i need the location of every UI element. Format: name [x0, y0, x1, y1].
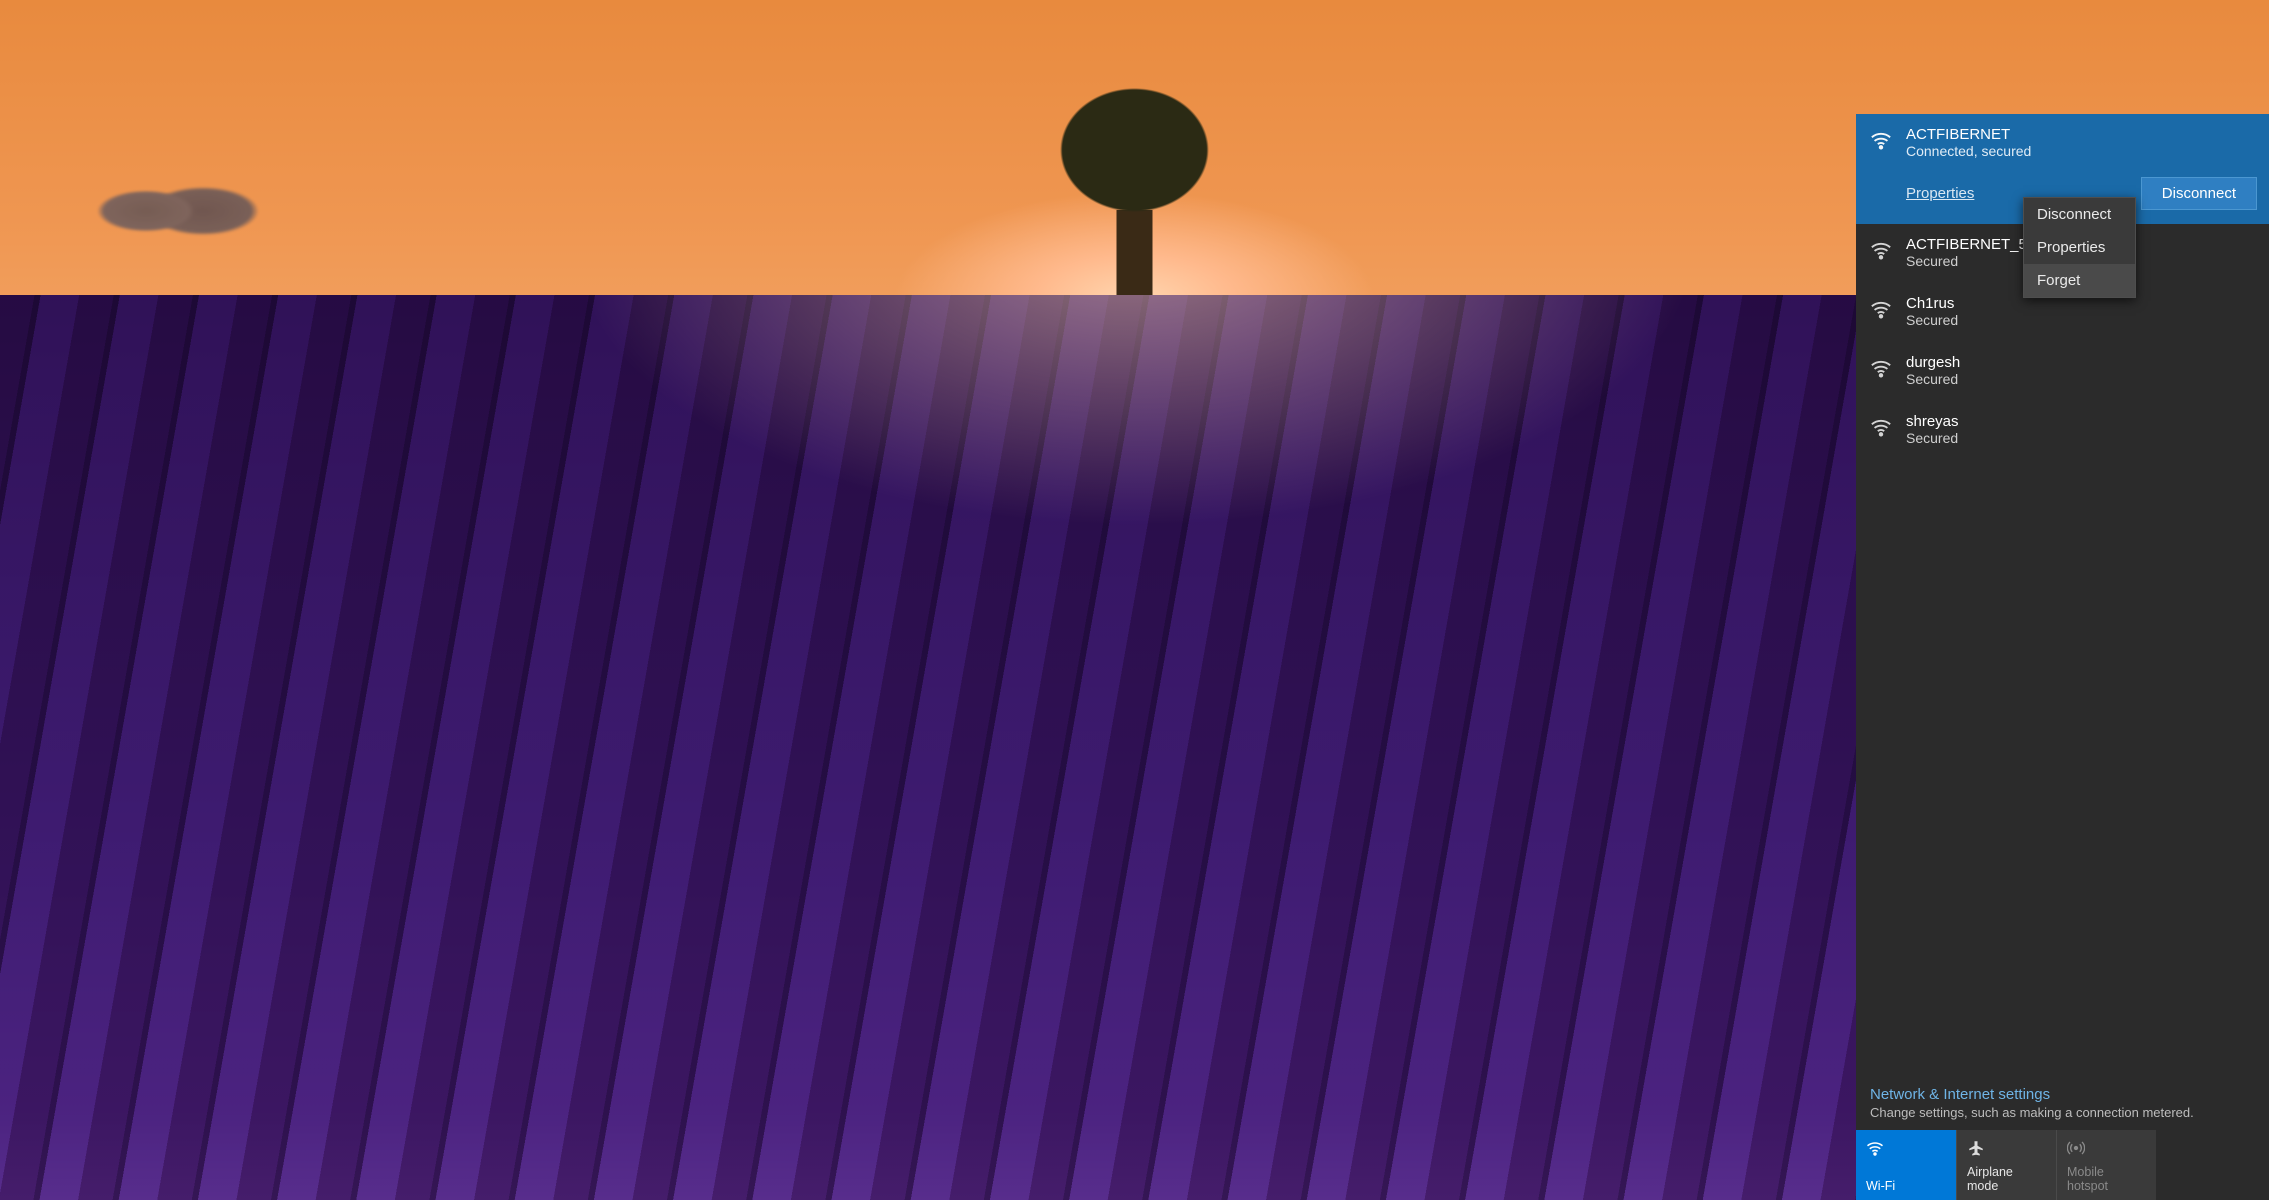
tile-mobile-hotspot[interactable]: Mobile hotspot [2056, 1130, 2156, 1200]
network-context-menu: Disconnect Properties Forget [2023, 197, 2136, 298]
wifi-icon [1870, 416, 1892, 438]
properties-link[interactable]: Properties [1906, 185, 1974, 202]
network-ssid: Ch1rus [1906, 295, 1958, 312]
settings-title: Network & Internet settings [1870, 1086, 2255, 1103]
wifi-icon [1870, 239, 1892, 261]
network-status: Secured [1906, 430, 1959, 446]
network-settings-link[interactable]: Network & Internet settings Change setti… [1856, 1074, 2269, 1130]
quick-action-tiles: Wi-Fi Airplane mode Mobile hotspot [1856, 1130, 2269, 1200]
disconnect-button[interactable]: Disconnect [2141, 177, 2257, 210]
tile-label: Wi-Fi [1866, 1179, 1946, 1193]
settings-subtitle: Change settings, such as making a connec… [1870, 1105, 2255, 1120]
tile-label: Mobile hotspot [2067, 1165, 2146, 1193]
network-status: Secured [1906, 253, 2039, 269]
active-network-status: Connected, secured [1906, 143, 2255, 159]
tile-wifi[interactable]: Wi-Fi [1856, 1130, 1956, 1200]
network-flyout-panel: ACTFIBERNET Connected, secured Propertie… [1856, 114, 2269, 1200]
network-ssid: durgesh [1906, 354, 1960, 371]
wallpaper-cloud [70, 185, 260, 237]
wifi-icon [1866, 1139, 1884, 1157]
network-status: Secured [1906, 312, 1958, 328]
network-ssid: shreyas [1906, 413, 1959, 430]
tile-label: Airplane mode [1967, 1165, 2046, 1193]
hotspot-icon [2067, 1139, 2085, 1157]
network-status: Secured [1906, 371, 1960, 387]
tile-airplane-mode[interactable]: Airplane mode [1956, 1130, 2056, 1200]
wifi-icon [1870, 129, 1892, 151]
network-ssid: ACTFIBERNET_5G [1906, 236, 2039, 253]
airplane-icon [1967, 1139, 1985, 1157]
wifi-icon [1870, 357, 1892, 379]
network-item[interactable]: shreyas Secured [1856, 401, 2269, 460]
ctx-properties[interactable]: Properties [2024, 231, 2135, 264]
ctx-forget[interactable]: Forget [2024, 264, 2135, 297]
ctx-disconnect[interactable]: Disconnect [2024, 198, 2135, 231]
active-network-ssid: ACTFIBERNET [1906, 126, 2255, 143]
wifi-icon [1870, 298, 1892, 320]
network-item[interactable]: durgesh Secured [1856, 342, 2269, 401]
